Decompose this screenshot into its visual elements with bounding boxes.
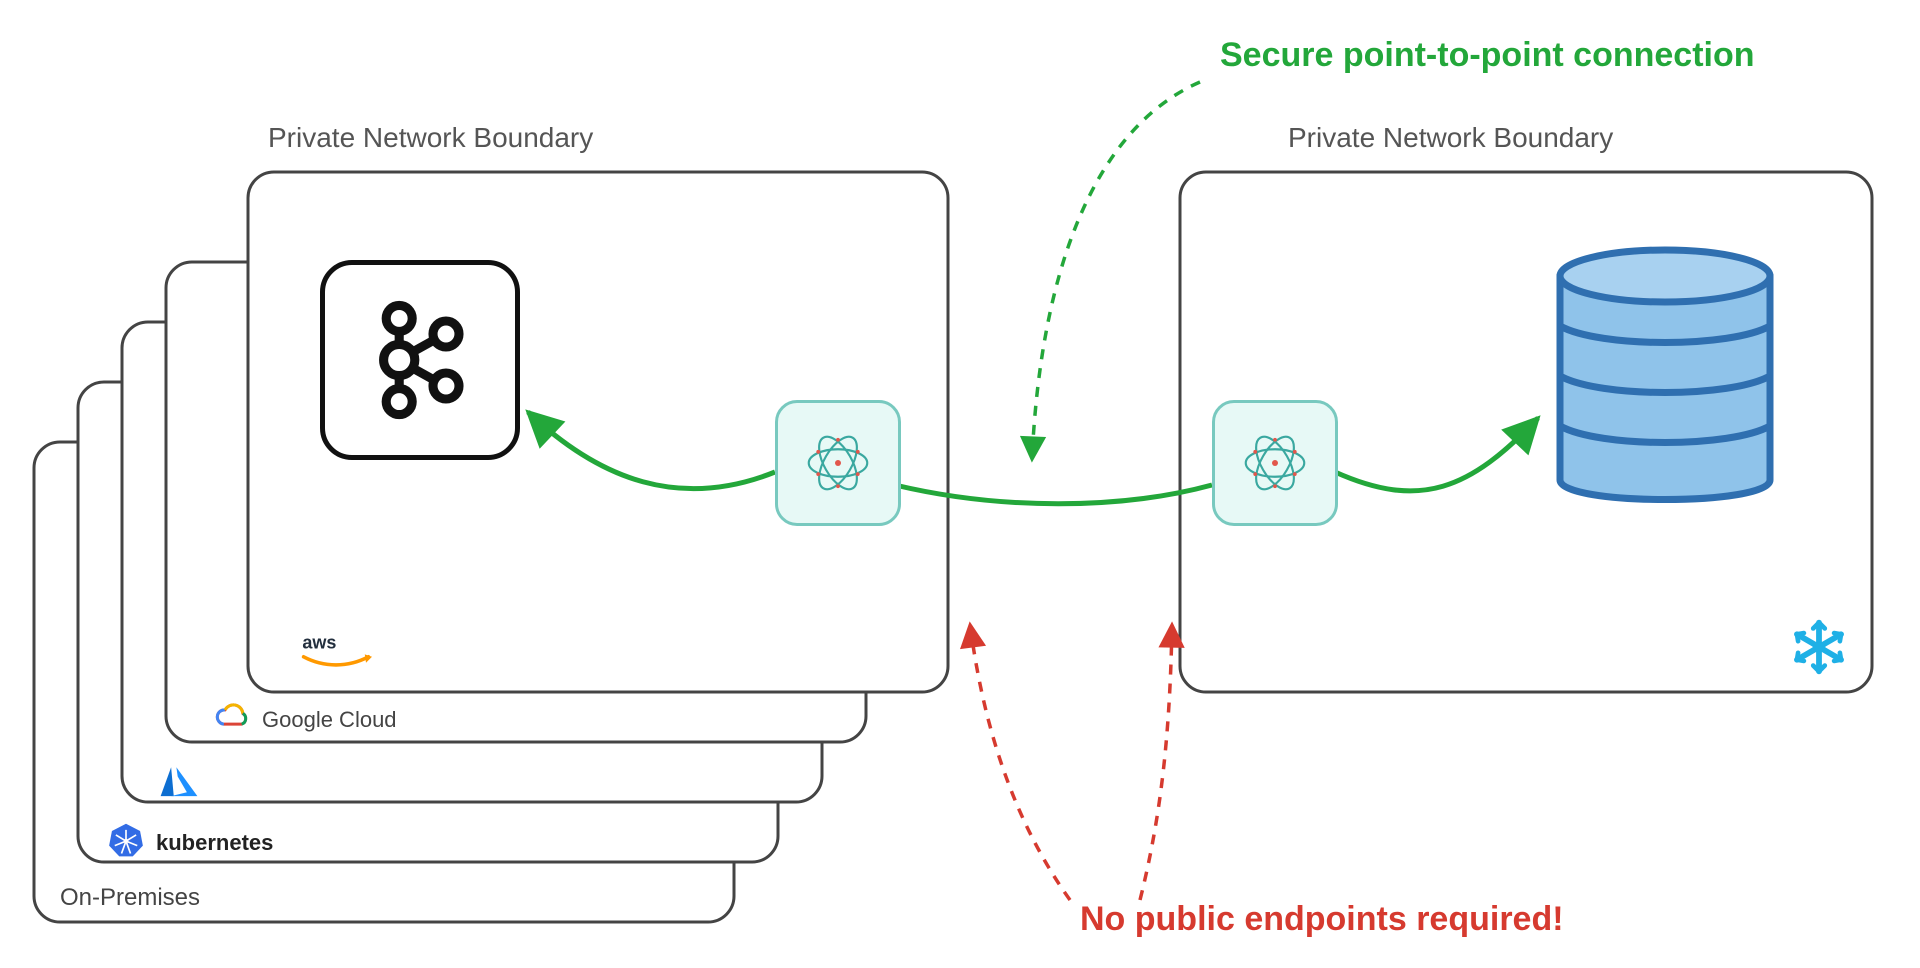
aws-logo-icon: aws	[300, 630, 372, 674]
arrow-ockam-to-kafka	[528, 412, 775, 489]
right-boundary-title: Private Network Boundary	[1288, 122, 1613, 154]
arrow-ockam-to-ockam	[895, 485, 1212, 504]
annotation-no-public-endpoints: No public endpoints required!	[1080, 900, 1564, 939]
arrow-ockam-to-db	[1335, 418, 1538, 491]
annotation-red-arrow-right	[1140, 624, 1172, 900]
google-cloud-logo-icon	[212, 702, 250, 737]
left-boundary-title: Private Network Boundary	[268, 122, 593, 154]
database-icon	[1540, 230, 1790, 535]
diagram-root: Private Network Boundary Private Network…	[0, 0, 1920, 968]
google-cloud-label: Google Cloud	[262, 707, 397, 733]
svg-text:aws: aws	[302, 632, 336, 652]
kubernetes-logo: kubernetes	[108, 822, 273, 863]
ockam-node-left-icon	[775, 400, 901, 526]
annotation-secure-connection: Secure point-to-point connection	[1220, 36, 1755, 75]
snowflake-icon	[1790, 618, 1848, 681]
annotation-red-arrow-left	[970, 624, 1070, 900]
kubernetes-label: kubernetes	[156, 830, 273, 856]
annotation-green-arrow	[1032, 82, 1200, 460]
ockam-node-right-icon	[1212, 400, 1338, 526]
google-cloud-logo: Google Cloud	[212, 702, 397, 737]
azure-logo-icon	[158, 764, 200, 807]
on-premises-label: On-Premises	[60, 884, 200, 912]
kubernetes-logo-icon	[108, 822, 144, 863]
kafka-icon	[320, 260, 520, 460]
